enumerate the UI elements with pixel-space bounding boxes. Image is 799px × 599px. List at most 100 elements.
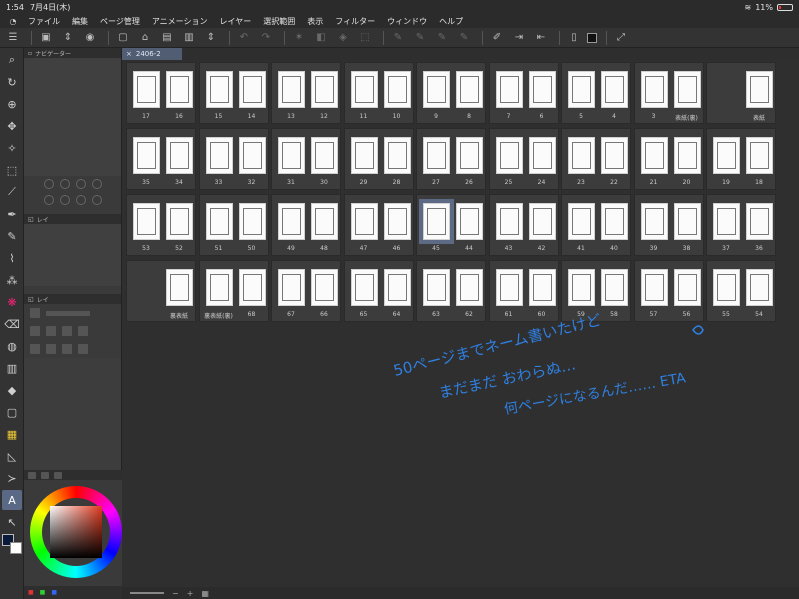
zoom-in-icon[interactable]: + [187,589,194,598]
page-spread[interactable]: 29 28 [343,128,414,190]
page-thumbnail[interactable] [713,137,740,174]
deselect-icon[interactable]: ⬚ [356,30,374,46]
page-thumbnail[interactable] [673,203,701,240]
menu-item[interactable]: アニメーション [152,16,208,27]
ref-icon[interactable] [62,326,72,336]
page-spread[interactable]: 35 34 [126,128,196,190]
page-spread[interactable]: 67 66 [271,260,341,322]
page-spread[interactable]: 76 [488,62,559,124]
page-in-icon[interactable]: ⇤ [532,30,550,46]
menu-item[interactable]: ファイル [28,16,60,27]
page-spread[interactable]: 27 26 [416,128,486,190]
page-thumbnail[interactable] [133,203,160,240]
fill-tool-icon[interactable]: ◆ [2,380,22,400]
page-thumbnail[interactable] [350,269,378,306]
selected-page-thumbnail[interactable] [419,199,454,244]
page-spread[interactable]: 17 16 [126,62,196,124]
layer-list[interactable] [24,358,121,478]
page-thumbnail[interactable] [456,137,483,174]
magic-wand-icon[interactable]: ✧ [2,138,22,158]
page-thumbnail[interactable] [166,269,193,306]
menu-item[interactable]: ページ管理 [100,16,140,27]
blend-mode-select[interactable] [30,308,40,318]
rotate-left-icon[interactable] [43,195,54,205]
page-spread[interactable]: 53 52 [126,194,196,256]
lock-icon[interactable] [46,326,56,336]
clip-icon[interactable] [30,326,40,336]
page-thumbnail[interactable] [133,71,160,108]
page-spread[interactable]: 裏表紙(裏) 68 [198,260,269,322]
flip-icon[interactable] [91,195,102,205]
page-spread[interactable]: 表紙 [706,62,776,124]
page-thumbnail[interactable] [133,137,160,174]
page-spread[interactable]: 45 44 [416,194,486,256]
menu-item[interactable]: 表示 [307,16,323,27]
page-spread[interactable]: 13 12 [271,62,341,124]
page-thumbnail[interactable] [746,71,773,108]
page-thumbnail[interactable] [205,71,233,108]
page-thumbnail[interactable] [166,71,193,108]
menu-item[interactable]: レイヤー [220,16,252,27]
pen-tool-icon[interactable]: ✒ [2,204,22,224]
green-channel-icon[interactable]: ■ [40,589,46,596]
page-thumbnail[interactable] [456,269,483,306]
open-file-icon[interactable]: ⌂ [136,30,154,46]
new-folder-icon[interactable] [46,344,56,354]
lasso-icon[interactable]: ✐ [488,30,506,46]
operation-tool-icon[interactable]: ⊕ [2,94,22,114]
fit-icon[interactable] [75,179,86,189]
page-spread[interactable]: 54 [561,62,631,124]
blue-channel-icon[interactable]: ■ [51,589,57,596]
document-tab[interactable]: × 2406-2 [122,48,182,60]
layer-panel-header[interactable]: ◱ レイ [24,294,121,304]
page-spread[interactable]: 37 36 [706,194,776,256]
page-spread[interactable]: 21 20 [633,128,704,190]
main-sub-color-swatches[interactable] [0,530,24,570]
page-thumbnail[interactable] [311,137,338,174]
pen2-icon[interactable]: ✎ [411,30,429,46]
page-thumbnail[interactable] [673,137,701,174]
page-thumbnail[interactable] [278,71,305,108]
pen-icon[interactable]: ✎ [389,30,407,46]
page-thumbnail[interactable] [601,71,628,108]
page-spread[interactable]: 39 38 [633,194,704,256]
rotate-right-icon[interactable] [59,195,70,205]
page-thumbnail[interactable] [238,71,266,108]
page-thumbnail[interactable] [238,137,266,174]
page-thumbnail[interactable] [311,71,338,108]
page-spread[interactable]: 65 64 [343,260,414,322]
page-thumbnail[interactable] [495,203,523,240]
color-history-tab-icon[interactable] [54,471,62,479]
zoom-in-icon[interactable] [59,179,70,189]
page-thumbnail[interactable] [495,71,523,108]
text-tool-icon[interactable]: A [2,490,22,510]
page-spread[interactable]: 23 22 [561,128,631,190]
actual-size-icon[interactable] [91,179,102,189]
saturation-value-square[interactable] [50,506,102,558]
page-thumbnail[interactable] [423,269,450,306]
save-icon[interactable]: ▤ [158,30,176,46]
frame-tool-icon[interactable]: ▦ [2,424,22,444]
page-thumbnail[interactable] [278,137,305,174]
hue-ring[interactable] [30,486,122,578]
page-thumbnail[interactable] [640,203,668,240]
page-spread[interactable]: 49 48 [271,194,341,256]
page-spread[interactable]: 25 24 [488,128,559,190]
new-file-icon[interactable]: ▢ [114,30,132,46]
page-thumbnail[interactable] [713,269,740,306]
page-thumbnail[interactable] [205,269,233,306]
pen3-icon[interactable]: ✎ [433,30,451,46]
decoration-tool-icon[interactable]: ❋ [2,292,22,312]
page-thumbnail[interactable] [311,203,338,240]
delete-layer-icon[interactable] [78,344,88,354]
device-icon[interactable]: ▯ [565,30,583,46]
page-thumbnail[interactable] [528,203,556,240]
close-tab-icon[interactable]: × [126,50,132,58]
export-icon[interactable]: ▥ [180,30,198,46]
page-spread[interactable]: 63 62 [416,260,486,322]
page-thumbnail[interactable] [423,71,450,108]
mask-icon[interactable] [78,326,88,336]
airbrush-tool-icon[interactable]: ⁂ [2,270,22,290]
page-spread[interactable]: 33 32 [198,128,269,190]
app-logo-icon[interactable]: ◔ [6,17,20,26]
